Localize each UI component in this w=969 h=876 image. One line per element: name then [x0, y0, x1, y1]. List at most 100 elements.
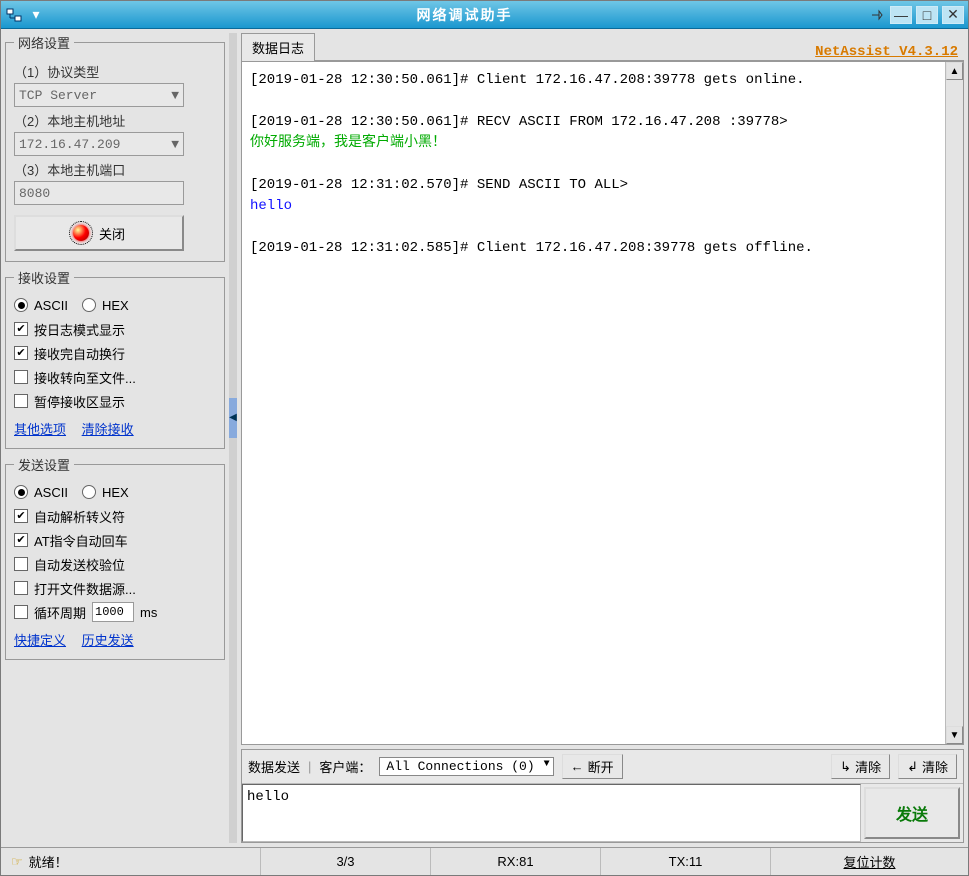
app-window: ▾ 网络调试助手 — □ ✕ 网络设置 （1）协议类型 TCP Server ▼…	[0, 0, 969, 876]
scroll-track[interactable]	[946, 80, 963, 726]
send-escape-checkbox[interactable]	[14, 509, 28, 523]
main-area: 数据日志 NetAssist V4.3.12 [2019-01-28 12:30…	[241, 33, 964, 843]
minimize-button[interactable]: —	[890, 6, 912, 24]
log-line: [2019-01-28 12:31:02.585]# Client 172.16…	[250, 238, 937, 259]
send-input[interactable]: hello	[242, 784, 861, 842]
send-panel: 数据发送 | 客户端： All Connections (0) ← 断开 ↳ 清…	[241, 749, 964, 843]
log-area: [2019-01-28 12:30:50.061]# Client 172.16…	[241, 61, 964, 745]
scrollbar[interactable]: ▲ ▼	[945, 62, 963, 744]
client-label: 客户端：	[319, 757, 371, 776]
recv-newline-checkbox[interactable]	[14, 346, 28, 360]
host-label: （2）本地主机地址	[14, 111, 216, 130]
return-icon: ↲	[907, 759, 918, 775]
recv-other-options-link[interactable]: 其他选项	[14, 422, 66, 437]
host-select[interactable]: 172.16.47.209 ▼	[14, 132, 184, 156]
recv-ascii-label: ASCII	[34, 298, 68, 313]
splitter[interactable]: ◀	[229, 33, 237, 843]
recv-clear-link[interactable]: 清除接收	[82, 422, 134, 437]
chevron-down-icon: ▼	[171, 88, 179, 103]
send-loop-unit: ms	[140, 605, 157, 620]
recv-ascii-radio[interactable]	[14, 298, 28, 312]
network-legend: 网络设置	[14, 33, 74, 52]
status-ready-text: 就绪！	[29, 852, 68, 871]
version-label[interactable]: NetAssist V4.3.12	[815, 44, 964, 60]
send-loop-checkbox[interactable]	[14, 605, 28, 619]
send-tab-label: 数据发送	[248, 757, 300, 776]
send-ascii-label: ASCII	[34, 485, 68, 500]
chevron-down-icon: ▼	[171, 137, 179, 152]
close-window-button[interactable]: ✕	[942, 6, 964, 24]
network-settings-group: 网络设置 （1）协议类型 TCP Server ▼ （2）本地主机地址 172.…	[5, 33, 225, 262]
titlebar: ▾ 网络调试助手 — □ ✕	[1, 1, 968, 29]
send-hex-label: HEX	[102, 485, 129, 500]
recv-logmode-checkbox[interactable]	[14, 322, 28, 336]
scroll-up-icon[interactable]: ▲	[946, 62, 963, 80]
recv-legend: 接收设置	[14, 268, 74, 287]
send-autocheck-checkbox[interactable]	[14, 557, 28, 571]
pin-icon[interactable]	[868, 6, 886, 24]
status-count: 3/3	[261, 848, 431, 875]
return-icon: ↳	[840, 759, 851, 775]
recv-newline-label: 接收完自动换行	[34, 344, 125, 363]
recv-logmode-label: 按日志模式显示	[34, 320, 125, 339]
log-line	[250, 91, 937, 112]
receive-settings-group: 接收设置 ASCII HEX 按日志模式显示 接收完自动换行 接	[5, 268, 225, 449]
log-line: 你好服务端，我是客户端小黑！	[250, 133, 937, 154]
maximize-button[interactable]: □	[916, 6, 938, 24]
clear-left-button[interactable]: ↳ 清除	[831, 754, 890, 779]
port-input[interactable]: 8080	[14, 181, 184, 205]
recv-hex-radio[interactable]	[82, 298, 96, 312]
window-title: 网络调试助手	[85, 5, 844, 25]
protocol-label: （1）协议类型	[14, 62, 216, 81]
log-line: [2019-01-28 12:30:50.061]# RECV ASCII FR…	[250, 112, 937, 133]
send-button[interactable]: 发送	[864, 787, 960, 839]
send-ascii-radio[interactable]	[14, 485, 28, 499]
log-line	[250, 217, 937, 238]
log-tab-row: 数据日志 NetAssist V4.3.12	[241, 33, 964, 61]
protocol-select[interactable]: TCP Server ▼	[14, 83, 184, 107]
send-hex-radio[interactable]	[82, 485, 96, 499]
send-escape-label: 自动解析转义符	[34, 507, 125, 526]
send-atcr-label: AT指令自动回车	[34, 531, 128, 550]
scroll-down-icon[interactable]: ▼	[946, 726, 963, 744]
dropdown-icon[interactable]: ▾	[27, 6, 45, 24]
status-ready: ☞ 就绪！	[1, 848, 261, 875]
arrow-left-icon: ←	[571, 759, 584, 774]
port-value: 8080	[19, 186, 50, 201]
protocol-value: TCP Server	[19, 88, 97, 103]
host-value: 172.16.47.209	[19, 137, 120, 152]
log-tab[interactable]: 数据日志	[241, 33, 315, 61]
send-settings-group: 发送设置 ASCII HEX 自动解析转义符 AT指令自动回车	[5, 455, 225, 660]
app-icon	[5, 6, 23, 24]
close-connection-button[interactable]: 关闭	[14, 215, 184, 251]
status-rx: RX:81	[431, 848, 601, 875]
log-content[interactable]: [2019-01-28 12:30:50.061]# Client 172.16…	[242, 62, 945, 744]
send-legend: 发送设置	[14, 455, 74, 474]
clear-right-button[interactable]: ↲ 清除	[898, 754, 957, 779]
send-header: 数据发送 | 客户端： All Connections (0) ← 断开 ↳ 清…	[242, 750, 963, 784]
send-quickdef-link[interactable]: 快捷定义	[14, 633, 66, 648]
send-loop-input[interactable]	[92, 602, 134, 622]
send-atcr-checkbox[interactable]	[14, 533, 28, 547]
app-body: 网络设置 （1）协议类型 TCP Server ▼ （2）本地主机地址 172.…	[1, 29, 968, 847]
log-line	[250, 154, 937, 175]
status-tx: TX:11	[601, 848, 771, 875]
recv-tofile-checkbox[interactable]	[14, 370, 28, 384]
send-openfile-checkbox[interactable]	[14, 581, 28, 595]
port-label: （3）本地主机端口	[14, 160, 216, 179]
pointer-icon: ☞	[11, 854, 23, 870]
log-line: [2019-01-28 12:30:50.061]# Client 172.16…	[250, 70, 937, 91]
close-button-label: 关闭	[99, 224, 125, 243]
splitter-handle-icon[interactable]: ◀	[229, 398, 237, 438]
recv-pause-checkbox[interactable]	[14, 394, 28, 408]
send-loop-label-pre: 循环周期	[34, 603, 86, 622]
statusbar: ☞ 就绪！ 3/3 RX:81 TX:11 复位计数	[1, 847, 968, 875]
recv-tofile-label: 接收转向至文件...	[34, 368, 136, 387]
send-openfile-label: 打开文件数据源...	[34, 579, 136, 598]
sidebar: 网络设置 （1）协议类型 TCP Server ▼ （2）本地主机地址 172.…	[5, 33, 225, 843]
send-history-link[interactable]: 历史发送	[82, 633, 134, 648]
reset-count-button[interactable]: 复位计数	[771, 852, 968, 871]
log-line: [2019-01-28 12:31:02.570]# SEND ASCII TO…	[250, 175, 937, 196]
disconnect-button[interactable]: ← 断开	[562, 754, 623, 779]
connection-select[interactable]: All Connections (0)	[379, 757, 553, 776]
